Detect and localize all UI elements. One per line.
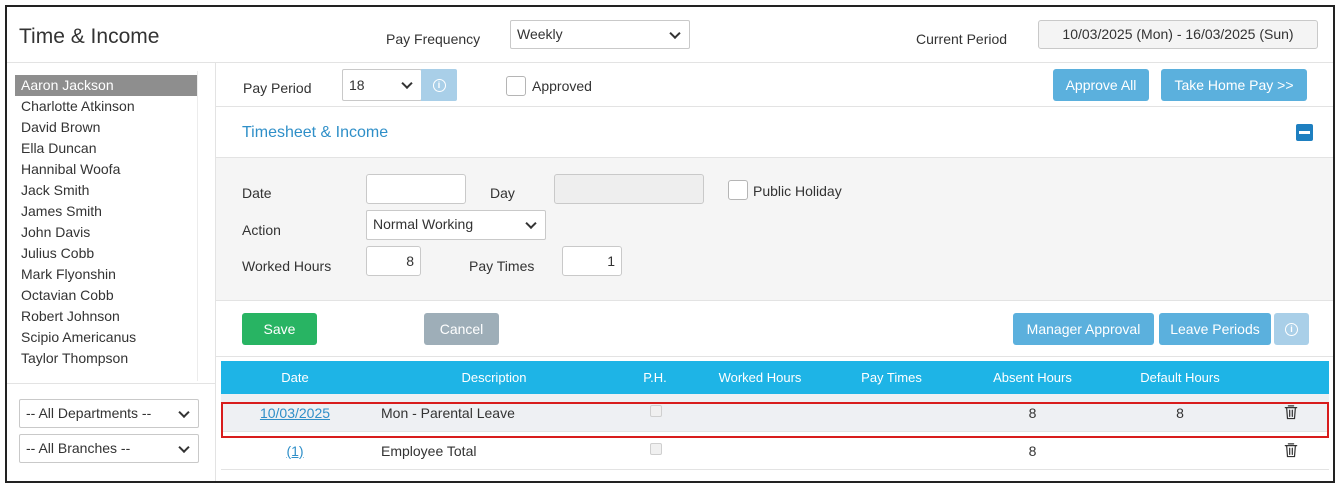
date-cell: (1): [221, 432, 369, 470]
info-icon: i: [1285, 322, 1298, 336]
employee-list-item[interactable]: Jack Smith: [15, 180, 197, 201]
pay-frequency-value: Weekly: [517, 26, 563, 42]
pay-times-label: Pay Times: [469, 258, 535, 274]
save-button[interactable]: Save: [242, 313, 317, 345]
ph-checkbox: [650, 443, 662, 455]
trash-icon[interactable]: [1284, 442, 1300, 460]
current-period-label: Current Period: [916, 31, 1008, 47]
main-content: Pay Period 18 i Approved Approve All Tak…: [216, 63, 1333, 481]
col-absent-hours-header: Absent Hours: [993, 370, 1072, 385]
table-header: Date Description P.H. Worked Hours Pay Times…: [221, 361, 1329, 394]
action-select[interactable]: Normal Working: [366, 210, 546, 240]
chevron-down-icon: [178, 406, 190, 418]
chevron-down-icon: [401, 77, 413, 90]
description-cell: Employee Total: [381, 443, 477, 459]
date-input[interactable]: [366, 174, 466, 204]
trash-icon[interactable]: [1284, 404, 1300, 422]
date-link[interactable]: 10/03/2025: [260, 405, 330, 421]
info-icon: i: [432, 78, 446, 92]
app-window: Time & Income Pay Frequency Weekly Curre…: [5, 5, 1335, 483]
col-worked-hours-header: Worked Hours: [718, 370, 802, 385]
employee-list-item[interactable]: James Smith: [15, 201, 197, 222]
timesheet-table: Date Description P.H. Worked Hours Pay Times…: [221, 361, 1329, 470]
actions-info-button[interactable]: i: [1274, 313, 1309, 345]
employee-list-item[interactable]: Scipio Americanus: [15, 327, 197, 348]
approved-checkbox[interactable]: [506, 76, 526, 96]
table-body: 10/03/2025 Mon - Parental Leave 8 8 (1) Emplo…: [221, 394, 1329, 470]
pay-period-label: Pay Period: [243, 80, 312, 96]
employee-list-item[interactable]: Charlotte Atkinson: [15, 96, 197, 117]
pay-period-info-button[interactable]: i: [421, 69, 457, 101]
public-holiday-checkbox[interactable]: [728, 180, 748, 200]
leave-periods-button[interactable]: Leave Periods: [1159, 313, 1271, 345]
employee-list-item[interactable]: Octavian Cobb: [15, 285, 197, 306]
manager-approval-button[interactable]: Manager Approval: [1013, 313, 1154, 345]
action-value: Normal Working: [373, 216, 474, 232]
worked-hours-label: Worked Hours: [242, 258, 332, 274]
branch-filter-select[interactable]: -- All Branches --: [19, 434, 199, 463]
employee-list-item[interactable]: David Brown: [15, 117, 197, 138]
form-actions: Save Cancel Manager Approval Leave Perio…: [216, 301, 1333, 357]
employee-sidebar: Aaron Jackson Charlotte Atkinson David Bro…: [7, 63, 216, 481]
chevron-down-icon: [669, 27, 681, 39]
approved-label: Approved: [532, 78, 592, 94]
approve-all-button[interactable]: Approve All: [1053, 69, 1149, 101]
table-row: (1) Employee Total 8: [221, 432, 1329, 470]
header: Time & Income Pay Frequency Weekly Curre…: [7, 7, 1333, 63]
employee-list-item[interactable]: Taylor Thompson: [15, 348, 197, 369]
timesheet-section-header: Timesheet & Income: [216, 107, 1333, 158]
employee-list-scrollbar[interactable]: [197, 71, 211, 381]
description-cell: Mon - Parental Leave: [381, 405, 515, 421]
pay-period-toolbar: Pay Period 18 i Approved Approve All Tak…: [216, 63, 1333, 107]
employee-list-item[interactable]: Julius Cobb: [15, 243, 197, 264]
chevron-down-icon: [178, 441, 190, 453]
department-filter-value: -- All Departments --: [26, 405, 152, 421]
department-filter-select[interactable]: -- All Departments --: [19, 399, 199, 428]
employee-list-item[interactable]: Robert Johnson: [15, 306, 197, 327]
take-home-pay-button[interactable]: Take Home Pay >>: [1161, 69, 1307, 101]
employee-list-item[interactable]: Ella Duncan: [15, 138, 197, 159]
employee-list-item[interactable]: Hannibal Woofa: [15, 159, 197, 180]
page-title: Time & Income: [19, 25, 160, 48]
day-label: Day: [490, 185, 515, 201]
table-row: 10/03/2025 Mon - Parental Leave 8 8: [221, 394, 1329, 432]
employee-list-item[interactable]: Mark Flyonshin: [15, 264, 197, 285]
public-holiday-label: Public Holiday: [753, 183, 842, 199]
employee-list[interactable]: Aaron Jackson Charlotte Atkinson David Bro…: [15, 75, 197, 381]
cancel-button[interactable]: Cancel: [424, 313, 499, 345]
absent-hours-cell: 8: [1028, 405, 1037, 421]
pay-times-input[interactable]: 1: [562, 246, 622, 276]
action-label: Action: [242, 222, 281, 238]
absent-hours-cell: 8: [1028, 443, 1037, 459]
pay-period-value: 18: [349, 77, 365, 93]
date-link[interactable]: (1): [286, 443, 303, 459]
section-title: Timesheet & Income: [242, 124, 389, 141]
branch-filter-value: -- All Branches --: [26, 440, 131, 456]
col-pay-times-header: Pay Times: [861, 370, 922, 385]
default-hours-cell: 8: [1176, 405, 1184, 421]
date-cell: 10/03/2025: [221, 394, 369, 432]
employee-list-item[interactable]: John Davis: [15, 222, 197, 243]
pay-period-select[interactable]: 18: [342, 69, 422, 101]
worked-hours-input[interactable]: 8: [366, 246, 421, 276]
chevron-down-icon: [525, 217, 537, 230]
col-description-header: Description: [461, 370, 527, 385]
day-input: [554, 174, 704, 204]
col-date-header: Date: [281, 370, 309, 385]
current-period-display: 10/03/2025 (Mon) - 16/03/2025 (Sun): [1038, 20, 1318, 49]
employee-list-item[interactable]: Aaron Jackson: [15, 75, 197, 96]
pay-frequency-label: Pay Frequency: [386, 31, 481, 47]
col-ph-header: P.H.: [643, 370, 667, 385]
date-label: Date: [242, 185, 272, 201]
timesheet-form: Date Day Public Holiday Action Normal Wo…: [216, 158, 1333, 301]
col-default-hours-header: Default Hours: [1140, 370, 1220, 385]
pay-frequency-select[interactable]: Weekly: [510, 20, 690, 49]
collapse-icon[interactable]: [1296, 124, 1313, 141]
ph-checkbox: [650, 405, 662, 417]
sidebar-divider: [7, 383, 215, 384]
